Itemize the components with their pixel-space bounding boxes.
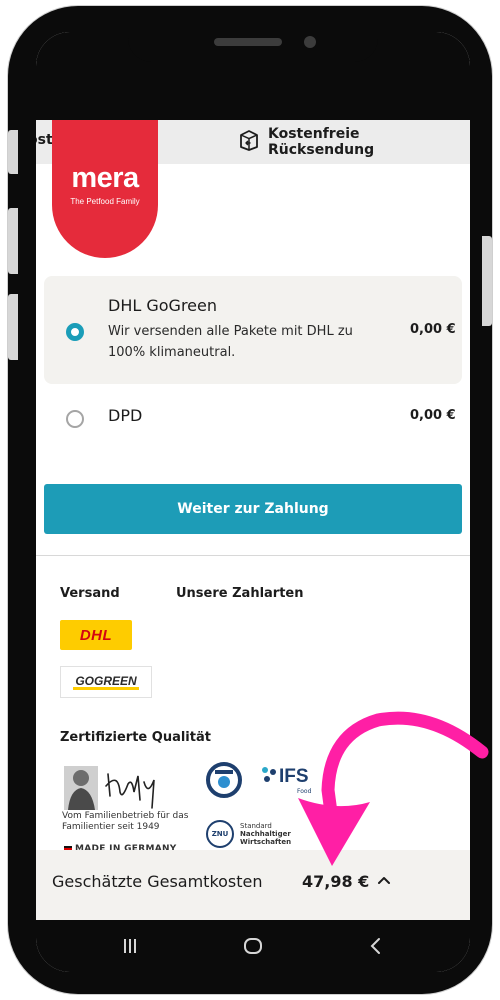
estimated-total-label: Geschätzte Gesamtkosten — [52, 872, 263, 891]
divider — [36, 555, 470, 556]
znu-text: Standard Nachhaltiger Wirtschaften — [240, 822, 310, 846]
founder-caption: Vom Familienbetrieb für das Familientier… — [62, 811, 189, 832]
radio-dpd[interactable] — [66, 410, 84, 428]
shipping-option-dpd[interactable]: DPD 0,00 € — [44, 394, 462, 444]
chevron-up-icon[interactable] — [374, 870, 394, 890]
phone-power-button — [482, 236, 492, 326]
phone-camera — [304, 36, 316, 48]
ifs-dots-icon — [262, 767, 276, 782]
shipping-option-name: DHL GoGreen — [108, 296, 217, 315]
phone-screen: ost Kostenfreie Rücksendung mera The Pet… — [36, 32, 470, 972]
gogreen-logo-text: GOGREEN — [73, 673, 139, 690]
radio-dhl-gogreen-selected[interactable] — [66, 323, 84, 341]
gogreen-logo: GOGREEN — [60, 666, 152, 698]
promo-text-right: Kostenfreie Rücksendung — [268, 126, 375, 158]
znu-badge: ZNU — [206, 820, 234, 848]
mera-logo[interactable]: mera The Petfood Family — [52, 120, 158, 258]
system-navigation-bar — [36, 920, 470, 972]
phone-volume-up — [8, 208, 18, 274]
logo-wordmark: mera — [71, 162, 139, 194]
phone-volume-down — [8, 294, 18, 360]
dhl-logo: DHL — [60, 620, 132, 650]
znu-line-2: Nachhaltiger — [240, 830, 291, 838]
estimated-total-value: 47,98 € — [302, 872, 370, 891]
order-total-bar[interactable]: Geschätzte Gesamtkosten 47,98 € — [36, 850, 470, 920]
return-box-icon — [238, 128, 260, 156]
znu-line-1: Standard — [240, 822, 272, 830]
shipping-option-price: 0,00 € — [410, 408, 456, 423]
dhl-logo-text: DHL — [79, 626, 113, 644]
shipping-option-price: 0,00 € — [410, 322, 456, 337]
shipping-option-description: Wir versenden alle Pakete mit DHL zu 100… — [108, 324, 353, 360]
shipping-section-title: Versand — [60, 586, 120, 601]
quality-section-title: Zertifizierte Qualität — [60, 730, 211, 745]
ifs-subtext: Food — [297, 788, 312, 795]
logo-tagline: The Petfood Family — [70, 197, 140, 206]
certification-seal-icon — [206, 762, 242, 798]
shipping-option-name: DPD — [108, 406, 143, 425]
phone-speaker — [214, 38, 282, 46]
promo-free-returns: Kostenfreie Rücksendung — [238, 126, 470, 158]
founder-portrait-signature — [64, 766, 155, 810]
ifs-food-logo: IFS Food — [261, 764, 323, 798]
phone-notch — [128, 32, 378, 62]
phone-side-button — [8, 130, 18, 174]
continue-to-payment-button[interactable]: Weiter zur Zahlung — [44, 484, 462, 534]
recent-apps-icon[interactable] — [118, 934, 142, 958]
znu-line-3: Wirtschaften — [240, 838, 292, 846]
back-icon[interactable] — [364, 934, 388, 958]
znu-standard-logo: ZNU Standard Nachhaltiger Wirtschaften — [206, 820, 306, 854]
shipping-option-dhl-gogreen[interactable]: DHL GoGreen Wir versenden alle Pakete mi… — [44, 276, 462, 384]
ifs-text: IFS — [279, 766, 309, 787]
payment-methods-title: Unsere Zahlarten — [176, 586, 304, 601]
home-icon[interactable] — [241, 934, 265, 958]
promo-text-left: ost — [36, 132, 53, 148]
